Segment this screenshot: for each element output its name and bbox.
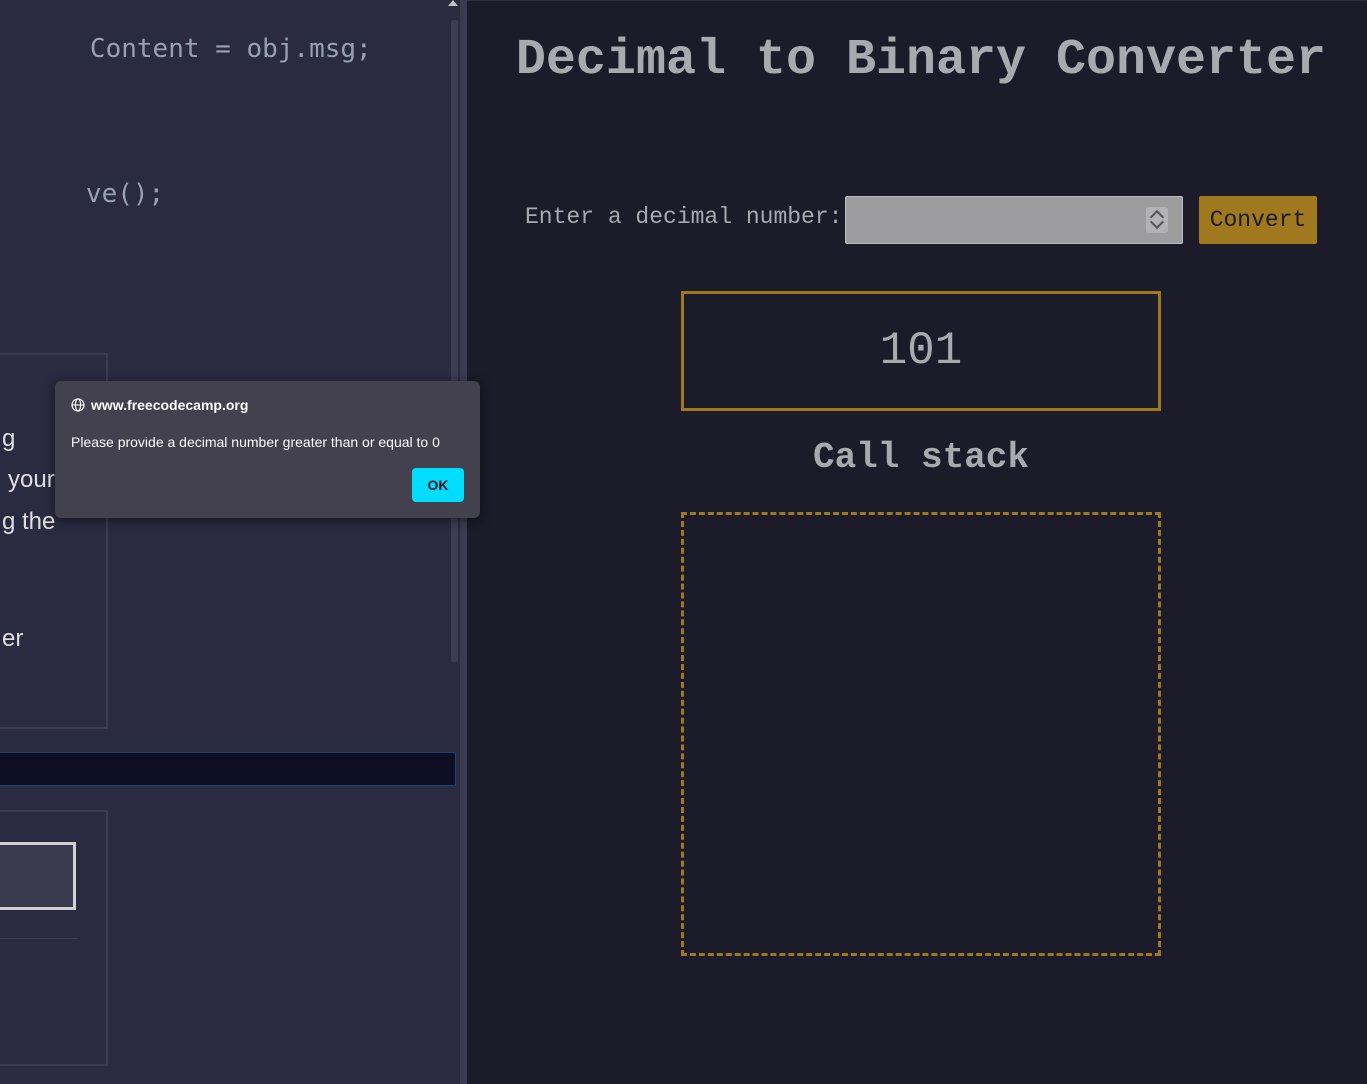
actions-panel (0, 810, 108, 1066)
globe-icon (71, 398, 85, 412)
instructions-fragment: g the (2, 508, 56, 535)
call-stack-heading: Call stack (812, 437, 1030, 478)
alert-dialog: www.freecodecamp.org Please provide a de… (55, 381, 480, 518)
alert-message: Please provide a decimal number greater … (71, 434, 440, 450)
pane-splitter[interactable] (460, 0, 467, 1084)
number-input[interactable] (845, 196, 1183, 244)
screen: Content = obj.msg; ve(); g your g the er… (0, 0, 1367, 1084)
instructions-fragment: your (8, 466, 55, 493)
page-title: Decimal to Binary Converter (515, 32, 1327, 89)
scroll-up-arrow-icon[interactable] (448, 0, 458, 6)
code-line-text: ve(); (85, 179, 165, 209)
check-code-button[interactable] (0, 842, 76, 910)
preview-pane: Decimal to Binary Converter Enter a deci… (467, 0, 1367, 1084)
spinner-arrows-icon[interactable] (1146, 207, 1168, 233)
console-input[interactable] (0, 752, 456, 786)
alert-origin: www.freecodecamp.org (91, 397, 249, 413)
code-editor-pane: Content = obj.msg; ve(); g your g the er (0, 0, 460, 1084)
convert-button[interactable]: Convert (1199, 196, 1317, 244)
call-stack-container (681, 512, 1161, 956)
scrollbar-thumb[interactable] (451, 20, 458, 662)
instructions-fragment: g (2, 425, 16, 452)
code-line[interactable]: Content = obj.msg; (0, 4, 372, 94)
number-input-label: Enter a decimal number: (525, 204, 843, 230)
result-box: 101 (681, 291, 1161, 411)
divider (0, 938, 78, 939)
code-line[interactable]: ve(); (0, 149, 164, 239)
instructions-fragment: er (2, 625, 24, 652)
code-line-text: Content = obj.msg; (89, 34, 372, 64)
result-value: 101 (879, 325, 963, 377)
alert-ok-button[interactable]: OK (412, 468, 464, 502)
